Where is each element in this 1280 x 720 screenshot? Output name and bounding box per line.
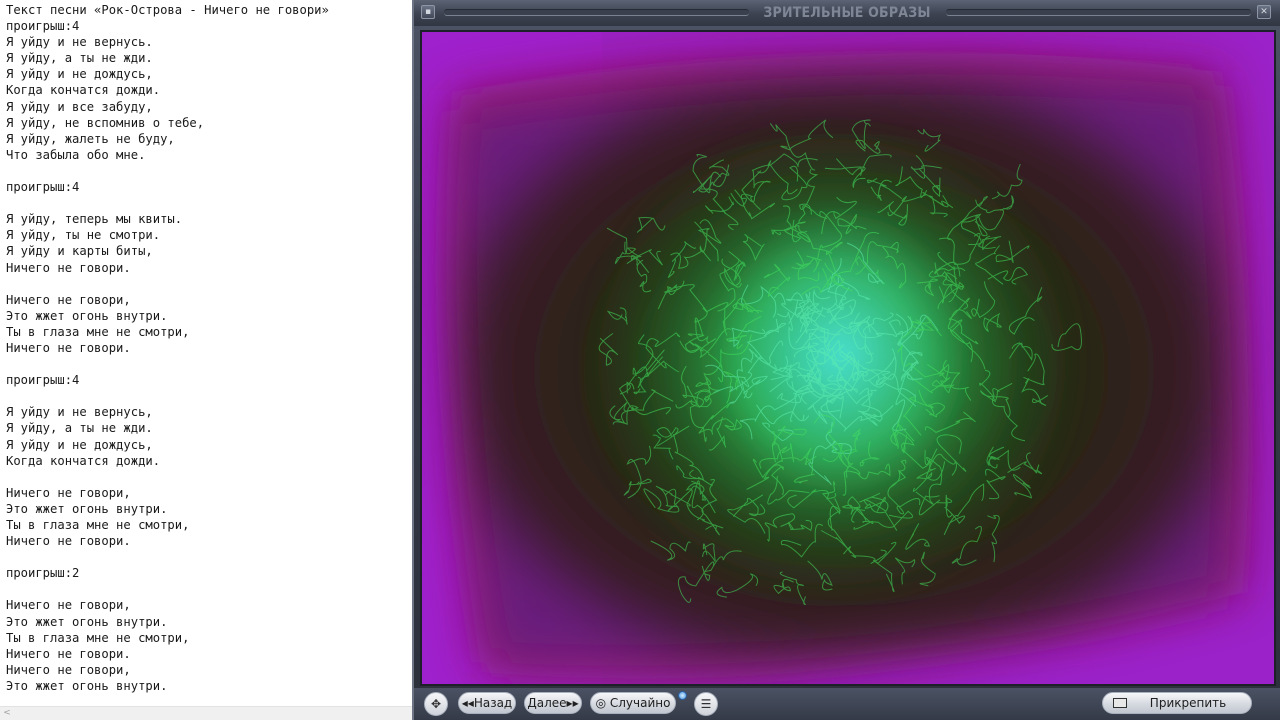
lyric-line: Ничего не говори, — [6, 662, 131, 677]
lyric-line — [6, 276, 410, 292]
lyric-line: Ничего не говори. — [6, 534, 131, 549]
attach-icon — [1113, 698, 1127, 708]
lyric-line — [6, 163, 410, 179]
lyric-line: Ничего не говори. — [6, 646, 131, 661]
move-icon: ✥ — [430, 697, 442, 711]
lyric-line: Ты в глаза мне не смотри, — [6, 518, 190, 532]
title-groove-right — [946, 9, 1251, 16]
lyric-line: Ничего не говори, — [6, 292, 131, 307]
lyric-line: Я уйду, а ты не жди. — [6, 421, 153, 436]
lyric-line: Я уйду и не дождусь, — [6, 437, 153, 452]
lyric-line — [6, 469, 410, 485]
random-button[interactable]: ◎ Случайно — [590, 692, 676, 714]
lyric-line — [6, 195, 410, 211]
title-groove-left — [444, 9, 749, 16]
visualizer-controls: ✥ ◂◂Назад Далее▸▸ ◎ Случайно ☰ Прикрепит… — [414, 688, 1280, 720]
menu-button[interactable]: ☰ — [694, 692, 718, 716]
text-editor[interactable]: Текст песни «Рок-Острова - Ничего не гов… — [0, 0, 412, 720]
visualizer-window: ▪ ЗРИТЕЛЬНЫЕ ОБРАЗЫ ✕ ✥ ◂◂Назад Далее▸▸ … — [412, 0, 1280, 720]
attach-button[interactable]: Прикрепить — [1102, 692, 1252, 714]
lyric-line: Это жжет огонь внутри. — [6, 614, 168, 629]
next-button[interactable]: Далее▸▸ — [524, 692, 582, 714]
back-button[interactable]: ◂◂Назад — [458, 692, 516, 714]
lyric-line: проигрыш:4 — [6, 19, 80, 34]
lyric-line — [6, 356, 410, 372]
lyric-line — [6, 549, 410, 565]
horizontal-scrollbar[interactable]: < — [0, 706, 412, 720]
lyric-line: Я уйду и не вернусь, — [6, 405, 153, 420]
lyric-line: Я уйду, не вспомнив о тебе, — [6, 115, 205, 130]
window-title: ЗРИТЕЛЬНЫЕ ОБРАЗЫ — [763, 5, 931, 21]
minimize-icon: ▪ — [424, 7, 432, 17]
lyric-line: Что забыла обо мне. — [6, 147, 146, 162]
lyric-line: проигрыш:2 — [6, 566, 80, 581]
scroll-left-arrow-icon[interactable]: < — [2, 707, 12, 720]
lyric-line: проигрыш:4 — [6, 373, 80, 388]
lyric-line: Это жжет огонь внутри. — [6, 501, 168, 516]
lyric-line: Это жжет огонь внутри. — [6, 308, 168, 323]
lyric-line: Когда кончатся дожди. — [6, 83, 161, 98]
lyric-line: Я уйду и не дождусь, — [6, 67, 153, 82]
visualization-frame — [420, 30, 1276, 686]
lyric-line: Ничего не говори. — [6, 260, 131, 275]
attach-label: Прикрепить — [1149, 696, 1227, 710]
close-icon: ✕ — [1260, 7, 1268, 17]
lyric-line — [6, 581, 410, 597]
lyric-line: Ничего не говори, — [6, 598, 131, 613]
lyric-line: проигрыш:4 — [6, 180, 80, 195]
lyric-line: Я уйду и карты биты, — [6, 244, 153, 259]
lyric-line: Я уйду и все забуду, — [6, 99, 153, 114]
lyric-line: Когда кончатся дожди. — [6, 453, 161, 468]
lyric-line: Ничего не говори, — [6, 485, 131, 500]
lyric-line: Я уйду, теперь мы квиты. — [6, 212, 183, 227]
lyric-line: Это жжет огонь внутри. — [6, 678, 168, 693]
lyrics-text[interactable]: Текст песни «Рок-Острова - Ничего не гов… — [6, 2, 410, 694]
lyric-line: Я уйду, а ты не жди. — [6, 51, 153, 66]
minimize-button[interactable]: ▪ — [421, 5, 435, 19]
lyric-line: Я уйду и не вернусь. — [6, 35, 153, 50]
lyric-line: Текст песни «Рок-Острова - Ничего не гов… — [6, 3, 329, 17]
lyric-line — [6, 388, 410, 404]
lyric-line: Я уйду, жалеть не буду, — [6, 131, 175, 146]
lyric-line: Ты в глаза мне не смотри, — [6, 630, 190, 645]
move-button[interactable]: ✥ — [424, 692, 448, 716]
random-indicator-icon — [678, 691, 687, 700]
menu-icon: ☰ — [700, 697, 712, 711]
close-button[interactable]: ✕ — [1257, 5, 1271, 19]
lyric-line: Ничего не говори. — [6, 340, 131, 355]
lyric-line: Ты в глаза мне не смотри, — [6, 324, 190, 339]
visualization-canvas — [422, 32, 1274, 684]
lyric-line: Я уйду, ты не смотри. — [6, 228, 161, 243]
title-bar[interactable]: ▪ ЗРИТЕЛЬНЫЕ ОБРАЗЫ ✕ — [414, 0, 1280, 26]
